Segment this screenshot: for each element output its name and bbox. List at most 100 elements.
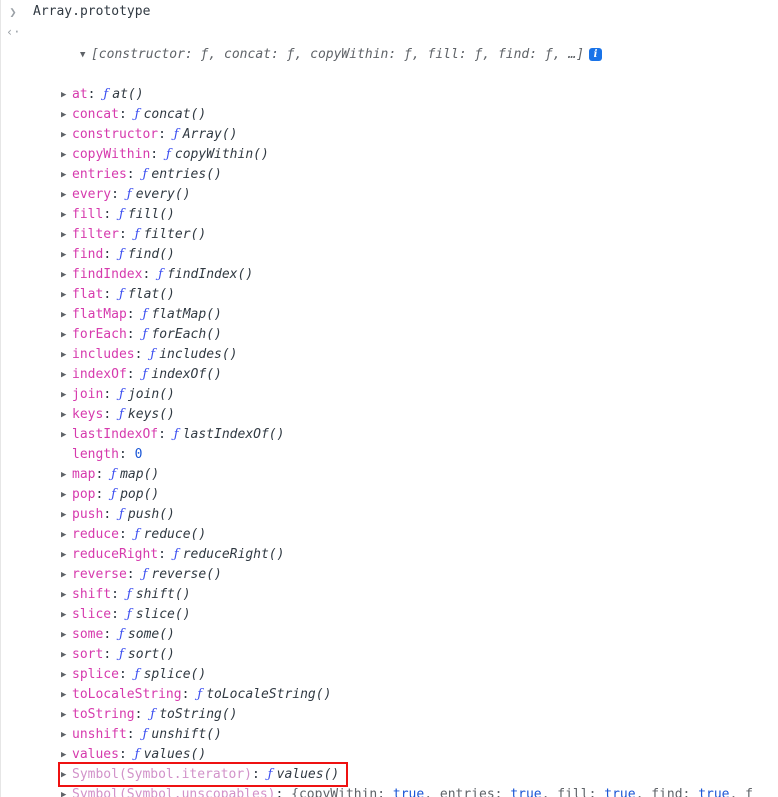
object-property-row[interactable]: filter: ƒ filter() [61, 225, 778, 245]
console-result-message[interactable]: ‹· [constructor: ƒ, concat: ƒ, copyWithi… [0, 22, 778, 797]
expand-triangle-icon[interactable] [61, 325, 72, 345]
property-value: values() [143, 747, 207, 762]
expand-triangle-icon[interactable] [61, 605, 72, 625]
object-property-row[interactable]: toLocaleString: ƒ toLocaleString() [61, 685, 778, 705]
object-property-row[interactable]: concat: ƒ concat() [61, 105, 778, 125]
property-name: reduceRight [72, 547, 159, 562]
expand-triangle-icon[interactable] [61, 525, 72, 545]
function-marker-icon: ƒ [118, 387, 128, 402]
object-property-row[interactable]: shift: ƒ shift() [61, 585, 778, 605]
property-value: findIndex() [167, 267, 254, 282]
object-property-row[interactable]: Symbol(Symbol.iterator): ƒ values() [61, 765, 778, 785]
expand-triangle-icon[interactable] [61, 625, 72, 645]
property-value: concat() [143, 107, 207, 122]
object-property-row[interactable]: at: ƒ at() [61, 85, 778, 105]
expand-triangle-icon[interactable] [61, 245, 72, 265]
object-property-row[interactable]: every: ƒ every() [61, 185, 778, 205]
object-property-row[interactable]: copyWithin: ƒ copyWithin() [61, 145, 778, 165]
property-name: includes [72, 347, 135, 362]
expand-triangle-icon[interactable] [61, 225, 72, 245]
property-name: entries [72, 167, 127, 182]
expand-triangle-icon[interactable] [61, 725, 72, 745]
property-separator: : [111, 187, 127, 202]
property-separator: : [275, 787, 292, 797]
expand-triangle-icon[interactable] [61, 405, 72, 425]
expand-triangle-icon[interactable] [61, 665, 72, 685]
property-separator: : [134, 707, 151, 722]
property-value: at() [112, 87, 144, 102]
expand-triangle-icon[interactable] [61, 785, 72, 797]
object-property-row[interactable]: slice: ƒ slice() [61, 605, 778, 625]
function-marker-icon: ƒ [118, 647, 128, 662]
expand-triangle-icon[interactable] [61, 185, 72, 205]
object-property-row[interactable]: pop: ƒ pop() [61, 485, 778, 505]
object-property-row[interactable]: map: ƒ map() [61, 465, 778, 485]
object-property-row[interactable]: indexOf: ƒ indexOf() [61, 365, 778, 385]
object-property-row[interactable]: reduceRight: ƒ reduceRight() [61, 545, 778, 565]
object-property-row[interactable]: splice: ƒ splice() [61, 665, 778, 685]
object-preview-header[interactable]: [constructor: ƒ, concat: ƒ, copyWithin: … [21, 25, 778, 85]
object-property-row[interactable]: push: ƒ push() [61, 505, 778, 525]
object-property-row[interactable]: sort: ƒ sort() [61, 645, 778, 665]
devtools-console-panel[interactable]: ❯ Array.prototype ‹· [constructor: ƒ, co… [0, 0, 778, 797]
property-name: map [72, 467, 96, 482]
expand-triangle-icon[interactable] [61, 305, 72, 325]
object-property-row[interactable]: length: 0 [61, 445, 778, 465]
object-property-row[interactable]: join: ƒ join() [61, 385, 778, 405]
expand-triangle-icon[interactable] [61, 465, 72, 485]
expand-triangle-icon[interactable] [61, 485, 72, 505]
object-property-row[interactable]: values: ƒ values() [61, 745, 778, 765]
object-property-row[interactable]: includes: ƒ includes() [61, 345, 778, 365]
object-property-row[interactable]: entries: ƒ entries() [61, 165, 778, 185]
expand-triangle-icon[interactable] [61, 385, 72, 405]
object-property-row[interactable]: find: ƒ find() [61, 245, 778, 265]
object-property-row[interactable]: flat: ƒ flat() [61, 285, 778, 305]
property-name: slice [72, 607, 112, 622]
expand-triangle-icon[interactable] [80, 45, 91, 65]
object-property-row[interactable]: Symbol(Symbol.unscopables): {copyWithin:… [61, 785, 778, 797]
expand-triangle-icon[interactable] [61, 365, 72, 385]
expand-triangle-icon[interactable] [61, 145, 72, 165]
expand-triangle-icon[interactable] [61, 265, 72, 285]
expand-triangle-icon[interactable] [61, 765, 72, 785]
property-value: fill() [127, 207, 175, 222]
function-marker-icon: ƒ [165, 147, 175, 162]
object-property-row[interactable]: reduce: ƒ reduce() [61, 525, 778, 545]
expand-triangle-icon[interactable] [61, 165, 72, 185]
expand-triangle-icon[interactable] [61, 205, 72, 225]
object-property-row[interactable]: forEach: ƒ forEach() [61, 325, 778, 345]
expand-triangle-icon[interactable] [61, 585, 72, 605]
property-value: toLocaleString() [206, 687, 332, 702]
info-icon[interactable]: i [589, 48, 603, 61]
function-marker-icon: ƒ [118, 407, 128, 422]
expand-triangle-icon[interactable] [61, 285, 72, 305]
object-property-row[interactable]: keys: ƒ keys() [61, 405, 778, 425]
expand-triangle-icon[interactable] [61, 345, 72, 365]
expand-triangle-icon[interactable] [61, 745, 72, 765]
expand-triangle-icon[interactable] [61, 505, 72, 525]
expand-triangle-icon[interactable] [61, 125, 72, 145]
object-property-row[interactable]: lastIndexOf: ƒ lastIndexOf() [61, 425, 778, 445]
object-property-row[interactable]: constructor: ƒ Array() [61, 125, 778, 145]
expand-triangle-icon[interactable] [61, 545, 72, 565]
expand-triangle-icon[interactable] [61, 85, 72, 105]
property-name: every [72, 187, 112, 202]
object-property-row[interactable]: reverse: ƒ reverse() [61, 565, 778, 585]
object-property-row[interactable]: unshift: ƒ unshift() [61, 725, 778, 745]
property-value: {copyWithin: true, entries: true, fill: … [291, 787, 753, 797]
function-marker-icon: ƒ [118, 287, 128, 302]
object-property-row[interactable]: findIndex: ƒ findIndex() [61, 265, 778, 285]
object-property-row[interactable]: toString: ƒ toString() [61, 705, 778, 725]
expand-triangle-icon[interactable] [61, 705, 72, 725]
expand-triangle-icon[interactable] [61, 105, 72, 125]
object-property-row[interactable]: flatMap: ƒ flatMap() [61, 305, 778, 325]
expand-triangle-icon[interactable] [61, 645, 72, 665]
property-name: copyWithin [72, 147, 151, 162]
property-name: length [72, 447, 119, 462]
expand-triangle-icon[interactable] [61, 685, 72, 705]
expand-triangle-icon[interactable] [61, 425, 72, 445]
object-property-row[interactable]: fill: ƒ fill() [61, 205, 778, 225]
object-property-row[interactable]: some: ƒ some() [61, 625, 778, 645]
console-input-message[interactable]: ❯ Array.prototype [0, 0, 778, 22]
expand-triangle-icon[interactable] [61, 565, 72, 585]
